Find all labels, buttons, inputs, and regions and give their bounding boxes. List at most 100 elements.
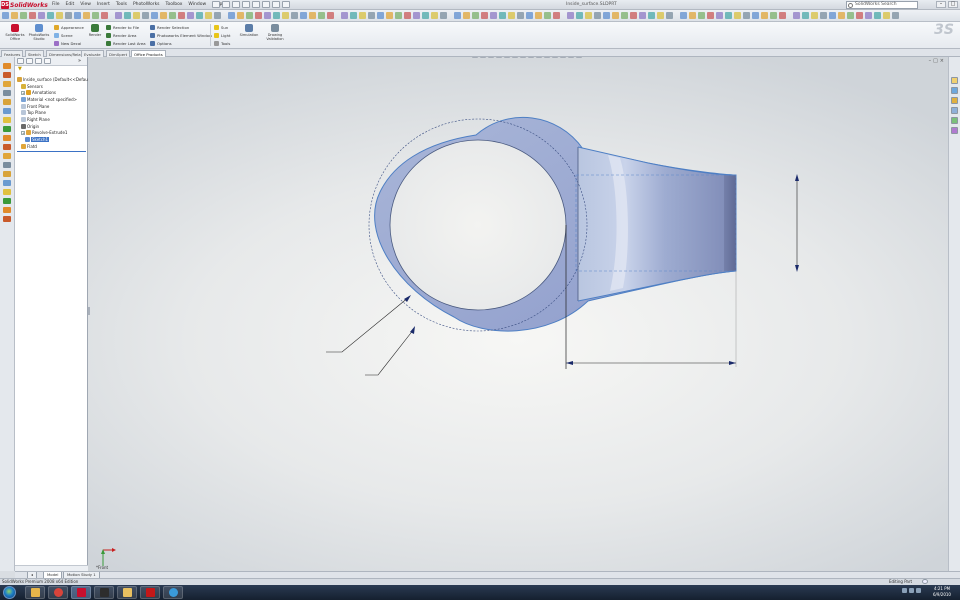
toolbar-tool-icon[interactable]: [318, 12, 325, 19]
menu-insert[interactable]: Insert: [97, 2, 110, 7]
solidworks-resources-icon[interactable]: [951, 77, 958, 84]
toolbar-tool-icon[interactable]: [413, 12, 420, 19]
toolbar-tool-icon[interactable]: [648, 12, 655, 19]
toolbar-tool-icon[interactable]: [680, 12, 687, 19]
menu-tools[interactable]: Tools: [116, 2, 127, 7]
tab-dimxpert[interactable]: DimXpert: [106, 50, 131, 57]
toolbar-tool-icon[interactable]: [666, 12, 673, 19]
ribbon-button-drawing[interactable]: Drawing Validation: [262, 24, 288, 41]
expand-icon[interactable]: +: [21, 130, 25, 135]
toolbar-tool-icon[interactable]: [585, 12, 592, 19]
toolbar-tool-icon[interactable]: [431, 12, 438, 19]
menu-photoworks[interactable]: PhotoWorks: [133, 2, 160, 7]
ribbon-render-last-area[interactable]: Render Last Area: [106, 41, 146, 46]
toolbar-tool-icon[interactable]: [734, 12, 741, 19]
toolbar-tool-icon[interactable]: [133, 12, 140, 19]
toolbar-tool-icon[interactable]: [526, 12, 533, 19]
tree-item[interactable]: Material <not specified>: [21, 96, 77, 102]
tree-item[interactable]: Right Plane: [21, 117, 50, 123]
chevron-right-icon[interactable]: »: [78, 58, 85, 64]
sketch-tool-icon[interactable]: [3, 63, 11, 69]
toolbar-tool-icon[interactable]: [65, 12, 72, 19]
toolbar-tool-icon[interactable]: [47, 12, 54, 19]
toolbar-tool-icon[interactable]: [38, 12, 45, 19]
ribbon-render-area[interactable]: Render Area: [106, 33, 136, 38]
toolbar-tool-icon[interactable]: [404, 12, 411, 19]
taskbar-clock[interactable]: 4:21 PM 6/9/2010: [928, 586, 956, 598]
tree-item[interactable]: Top Plane: [21, 110, 46, 116]
tab-evaluate[interactable]: Evaluate: [81, 50, 104, 57]
tab-sketch[interactable]: Sketch: [25, 50, 44, 57]
tree-item[interactable]: Flatd: [21, 143, 37, 149]
toolbar-tool-icon[interactable]: [779, 12, 786, 19]
toolbar-tool-icon[interactable]: [282, 12, 289, 19]
search-input[interactable]: SolidWorks Search: [846, 1, 918, 9]
sketch-tool-icon[interactable]: [3, 90, 11, 96]
toolbar-tool-icon[interactable]: [74, 12, 81, 19]
toolbar-tool-icon[interactable]: [56, 12, 63, 19]
sketch-tool-icon[interactable]: [3, 216, 11, 222]
menu-window[interactable]: Window: [188, 2, 206, 7]
toolbar-tool-icon[interactable]: [499, 12, 506, 19]
model-canvas[interactable]: [88, 57, 948, 571]
tree-item[interactable]: Sketch1: [25, 137, 50, 143]
toolbar-tool-icon[interactable]: [716, 12, 723, 19]
toolbar-tool-icon[interactable]: [553, 12, 560, 19]
toolbar-tool-icon[interactable]: [639, 12, 646, 19]
design-library-icon[interactable]: [951, 87, 958, 94]
filter-icon[interactable]: ▼: [15, 66, 87, 74]
graphics-area[interactable]: –□× *Front: [88, 57, 948, 571]
toolbar-tool-icon[interactable]: [29, 12, 36, 19]
toolbar-tool-icon[interactable]: [454, 12, 461, 19]
toolbar-tool-icon[interactable]: [490, 12, 497, 19]
toolbar-tool-icon[interactable]: [115, 12, 122, 19]
tree-item[interactable]: + Annotations: [21, 90, 56, 96]
solidworks-logo[interactable]: DS SolidWorks: [1, 1, 49, 9]
toolbar-tool-icon[interactable]: [689, 12, 696, 19]
ribbon-element-window[interactable]: Photoworks Element Window: [150, 33, 212, 38]
toolbar-tool-icon[interactable]: [11, 12, 18, 19]
select-icon[interactable]: [262, 1, 270, 8]
toolbar-tool-icon[interactable]: [621, 12, 628, 19]
toolbar-tool-icon[interactable]: [350, 12, 357, 19]
sketch-tool-icon[interactable]: [3, 153, 11, 159]
dimxpert-tab-icon[interactable]: [44, 58, 51, 64]
menu-toolbox[interactable]: Toolbox: [166, 2, 183, 7]
toolbar-tool-icon[interactable]: [196, 12, 203, 19]
toolbar-tool-icon[interactable]: [535, 12, 542, 19]
expand-icon[interactable]: +: [21, 90, 25, 95]
toolbar-tool-icon[interactable]: [594, 12, 601, 19]
sketch-tool-icon[interactable]: [3, 126, 11, 132]
toolbar-tool-icon[interactable]: [707, 12, 714, 19]
toolbar-tool-icon[interactable]: [101, 12, 108, 19]
ribbon-render-selection[interactable]: Render Selection: [150, 25, 189, 30]
configuration-tab-icon[interactable]: [35, 58, 42, 64]
toolbar-tool-icon[interactable]: [300, 12, 307, 19]
ribbon-sun[interactable]: Sun: [214, 25, 228, 30]
toolbar-tool-icon[interactable]: [847, 12, 854, 19]
toolbar-tool-icon[interactable]: [567, 12, 574, 19]
search-results-icon[interactable]: [951, 107, 958, 114]
toolbar-tool-icon[interactable]: [481, 12, 488, 19]
ribbon-tools[interactable]: Tools: [214, 41, 230, 46]
windows-explorer-icon[interactable]: [25, 586, 45, 599]
sketch-tool-icon[interactable]: [3, 72, 11, 78]
toolbar-tool-icon[interactable]: [698, 12, 705, 19]
ribbon-appearance[interactable]: Appearance: [54, 25, 84, 30]
tab-office-products[interactable]: Office Products: [131, 50, 166, 57]
ribbon-scene[interactable]: Scene: [54, 33, 73, 38]
options-icon[interactable]: [282, 1, 290, 8]
ribbon-button-office[interactable]: SolidWorks Office: [2, 24, 28, 41]
sketch-tool-icon[interactable]: [3, 180, 11, 186]
toolbar-tool-icon[interactable]: [802, 12, 809, 19]
toolbar-tool-icon[interactable]: [440, 12, 447, 19]
toolbar-tool-icon[interactable]: [752, 12, 759, 19]
toolbar-tool-icon[interactable]: [820, 12, 827, 19]
toolbar-tool-icon[interactable]: [142, 12, 149, 19]
toolbar-tool-icon[interactable]: [838, 12, 845, 19]
toolbar-tool-icon[interactable]: [124, 12, 131, 19]
toolbar-tool-icon[interactable]: [83, 12, 90, 19]
media-player-icon[interactable]: [163, 586, 183, 599]
folder-icon[interactable]: [117, 586, 137, 599]
rebuild-icon[interactable]: [272, 1, 280, 8]
